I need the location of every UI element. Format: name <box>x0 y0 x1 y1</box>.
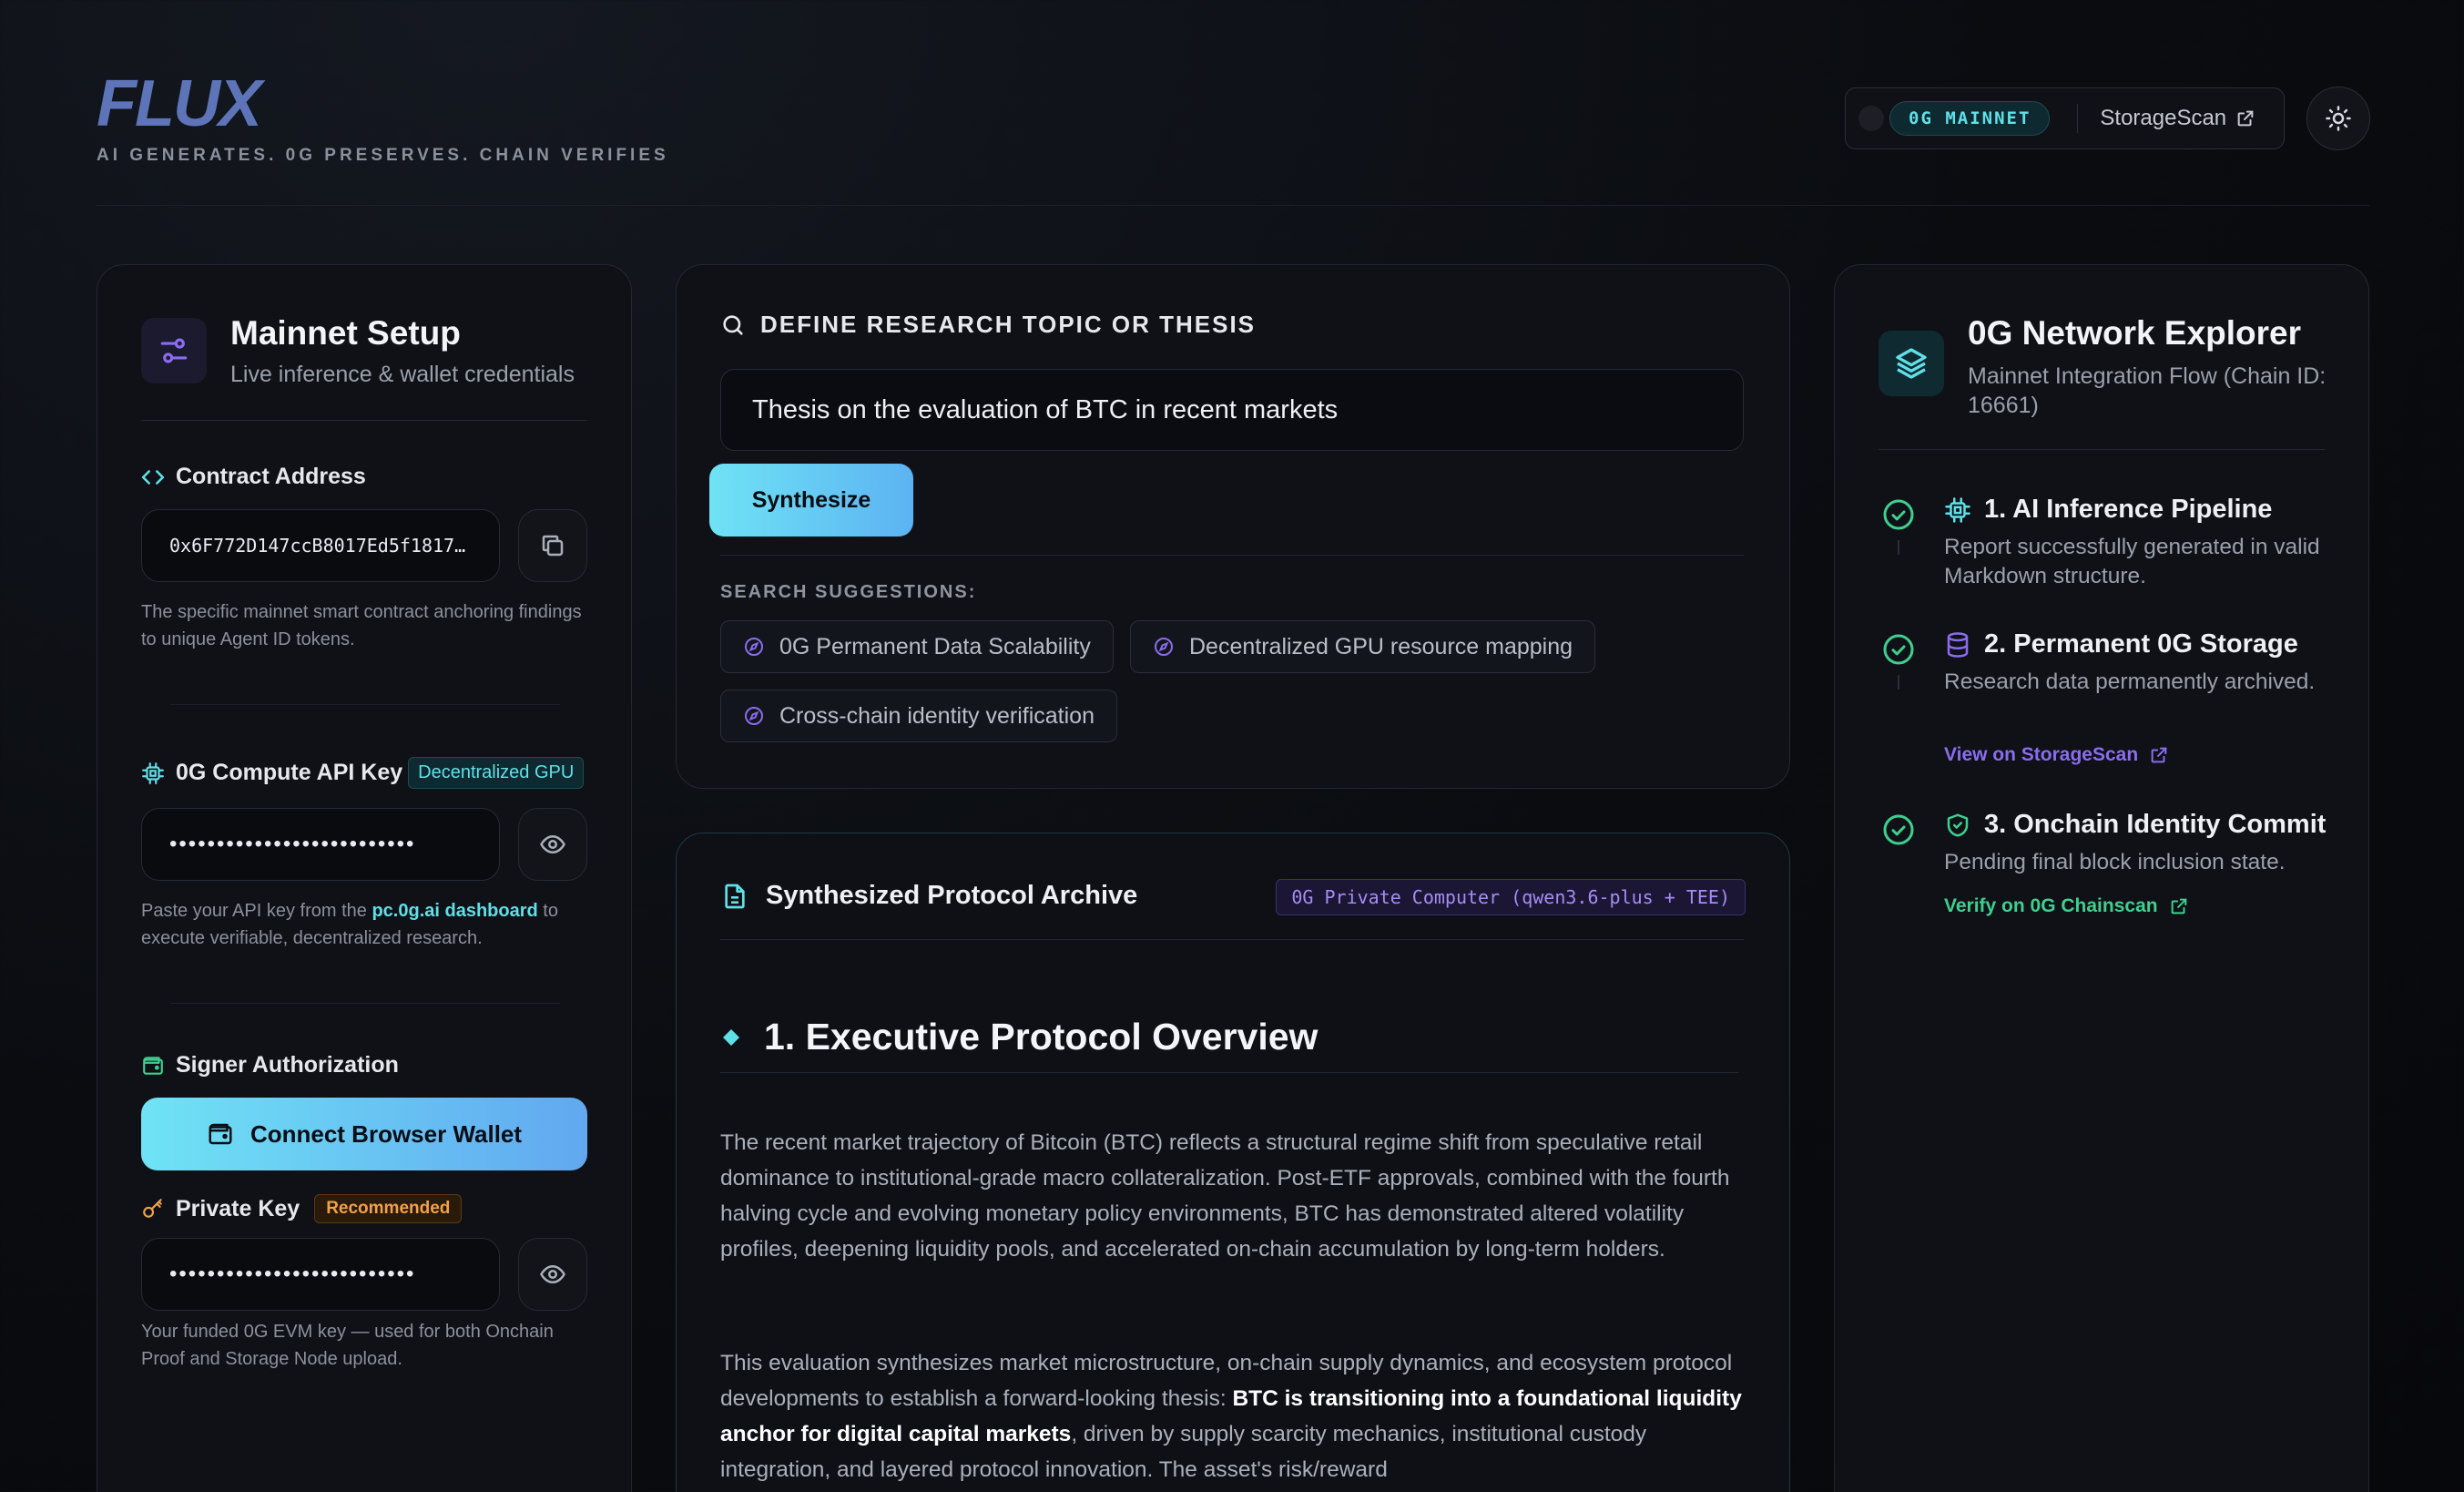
theme-toggle-button[interactable] <box>2306 87 2370 150</box>
network-badge: 0G MAINNET <box>1889 101 2051 136</box>
step-title: 3. Onchain Identity Commit <box>1944 810 2326 840</box>
document-icon <box>725 884 745 908</box>
tagline: AI GENERATES. 0G PRESERVES. CHAIN VERIFI… <box>97 146 669 165</box>
card-title: 0G Network Explorer <box>1968 314 2302 352</box>
chip-icon <box>1945 496 1970 523</box>
api-key-input[interactable]: •••••••••••••••••••••••••• <box>141 808 500 881</box>
divider <box>170 704 560 705</box>
suggestion-chip[interactable]: Decentralized GPU resource mapping <box>1130 620 1596 673</box>
contract-help-text: The specific mainnet smart contract anch… <box>141 602 582 649</box>
code-icon <box>141 469 165 485</box>
card-subtitle: Mainnet Integration Flow (Chain ID: 1666… <box>1968 363 2327 418</box>
protocol-archive-card: Synthesized Protocol Archive 0G Private … <box>676 833 1790 1492</box>
compass-icon <box>745 638 763 656</box>
dashboard-link[interactable]: pc.0g.ai dashboard <box>372 901 537 921</box>
thesis-paragraph: This evaluation synthesizes market micro… <box>720 1351 1742 1482</box>
eye-icon <box>540 1264 565 1284</box>
step-description: Pending final block inclusion state. <box>1944 850 2286 874</box>
private-key-input[interactable]: •••••••••••••••••••••••••• <box>141 1238 500 1311</box>
sun-icon <box>2326 106 2351 131</box>
step-connector <box>1898 675 1899 690</box>
research-topic-card: DEFINE RESEARCH TOPIC OR THESIS Thesis o… <box>676 264 1790 789</box>
overview-paragraph: The recent market trajectory of Bitcoin … <box>720 1130 1730 1262</box>
status-dot-icon <box>1858 106 1884 131</box>
storagescan-label: StorageScan <box>2100 106 2227 130</box>
connect-wallet-button[interactable]: Connect Browser Wallet <box>141 1098 587 1170</box>
layers-icon-box <box>1879 331 1944 396</box>
step-title: 1. AI Inference Pipeline <box>1944 495 2272 525</box>
compass-icon <box>1155 638 1173 656</box>
external-link-icon <box>2171 898 2186 915</box>
database-icon <box>1947 631 1969 658</box>
flux-logo: FLUX <box>97 67 262 140</box>
network-explorer-card: 0G Network Explorer Mainnet Integration … <box>1834 264 2369 1492</box>
step-connector <box>1898 540 1899 555</box>
synthesize-button[interactable]: Synthesize <box>709 464 913 537</box>
research-section-label: DEFINE RESEARCH TOPIC OR THESIS <box>720 311 1256 339</box>
view-on-storagescan-link[interactable]: View on StorageScan <box>1944 744 2169 766</box>
verify-on-chainscan-link[interactable]: Verify on 0G Chainscan <box>1944 895 2189 917</box>
card-subtitle: Live inference & wallet credentials <box>230 362 575 387</box>
suggestion-chip[interactable]: Cross-chain identity verification <box>720 690 1117 742</box>
private-key-label: Private Key Recommended <box>141 1194 463 1223</box>
decentralized-gpu-badge: Decentralized GPU <box>408 757 585 789</box>
storagescan-link[interactable]: StorageScan <box>2100 106 2255 131</box>
settings-icon-box <box>141 318 207 383</box>
search-icon <box>723 314 743 335</box>
section-heading: 1. Executive Protocol Overview <box>722 1016 1318 1058</box>
api-key-help-text: Paste your API key from the pc.0g.ai das… <box>141 901 558 948</box>
check-circle-icon <box>1883 634 1914 665</box>
layers-icon <box>1896 348 1927 379</box>
check-circle-icon <box>1883 814 1914 845</box>
copy-icon <box>542 535 564 557</box>
suggestion-chip[interactable]: 0G Permanent Data Scalability <box>720 620 1114 673</box>
step-description: Report successfully generated in valid M… <box>1944 535 2320 588</box>
divider <box>170 1003 560 1004</box>
research-topic-input[interactable]: Thesis on the evaluation of BTC in recen… <box>720 369 1744 451</box>
copy-button[interactable] <box>518 509 587 582</box>
mainnet-setup-card: Mainnet Setup Live inference & wallet cr… <box>97 264 632 1492</box>
divider <box>1879 449 2325 450</box>
network-status: 0G MAINNET StorageScan <box>1845 87 2285 149</box>
divider <box>720 939 1744 940</box>
divider <box>720 1072 1738 1073</box>
step-title: 2. Permanent 0G Storage <box>1944 629 2298 659</box>
header-divider <box>97 205 2369 206</box>
private-key-help-text: Your funded 0G EVM key — used for both O… <box>141 1322 554 1369</box>
step-description: Research data permanently archived. <box>1944 669 2316 694</box>
archive-title: Synthesized Protocol Archive <box>720 881 1137 911</box>
divider <box>2077 104 2079 133</box>
api-key-label: 0G Compute API Key Decentralized GPU <box>141 757 585 789</box>
toggle-api-key-visibility-button[interactable] <box>518 808 587 881</box>
key-icon <box>143 1199 162 1218</box>
contract-address-input[interactable]: 0x6F772D147ccB8017Ed5f1817… <box>141 509 500 582</box>
wallet-icon <box>143 1056 163 1075</box>
shield-check-icon <box>1947 813 1969 836</box>
divider <box>720 555 1744 556</box>
signer-authorization-label: Signer Authorization <box>141 1052 399 1078</box>
divider <box>141 420 587 421</box>
diamond-icon <box>723 1028 739 1046</box>
external-link-icon <box>2151 747 2167 763</box>
card-title: Mainnet Setup <box>230 314 461 352</box>
wallet-icon <box>209 1123 232 1145</box>
eye-icon <box>540 834 565 854</box>
sliders-icon <box>160 338 188 363</box>
contract-address-label: Contract Address <box>141 464 366 490</box>
toggle-private-key-visibility-button[interactable] <box>518 1238 587 1311</box>
recommended-badge: Recommended <box>314 1194 463 1223</box>
chip-icon <box>142 761 164 784</box>
compass-icon <box>745 707 763 725</box>
check-circle-icon <box>1883 499 1914 530</box>
external-link-icon <box>2237 110 2254 127</box>
suggestions-label: SEARCH SUGGESTIONS: <box>720 582 977 602</box>
engine-badge: 0G Private Computer (qwen3.6-plus + TEE) <box>1276 879 1746 915</box>
